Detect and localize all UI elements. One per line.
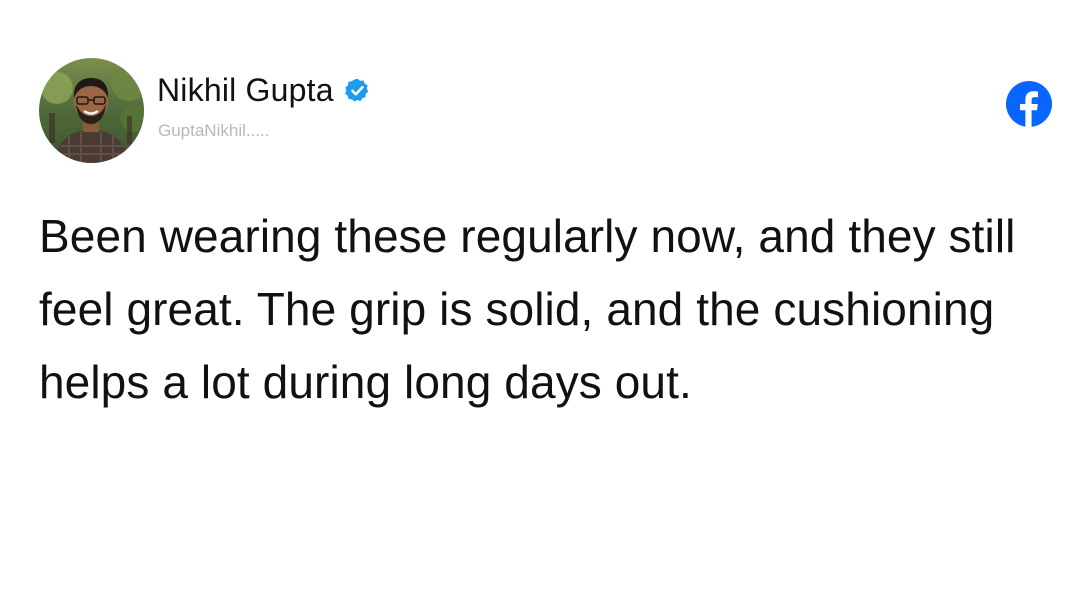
post-text: Been wearing these regularly now, and th… bbox=[39, 210, 1016, 408]
avatar-photo bbox=[39, 58, 144, 163]
author-name-row: Nikhil Gupta bbox=[157, 70, 371, 110]
verified-badge-icon bbox=[344, 77, 371, 104]
facebook-icon[interactable] bbox=[1006, 81, 1052, 127]
post-card: Nikhil Gupta GuptaNikhil..... Been weari… bbox=[0, 0, 1088, 616]
avatar[interactable] bbox=[39, 58, 144, 163]
author-name[interactable]: Nikhil Gupta bbox=[157, 72, 334, 109]
author-handle[interactable]: GuptaNikhil..... bbox=[158, 121, 270, 141]
